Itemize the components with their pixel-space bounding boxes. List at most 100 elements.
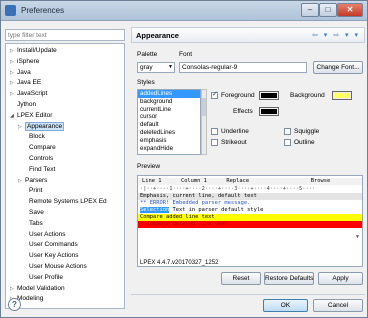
sidebar-item-controls[interactable]: Controls [22, 154, 53, 163]
expand-arrow-icon[interactable]: ▷ [18, 177, 25, 186]
maximize-button[interactable]: □ [319, 3, 337, 17]
expand-arrow-icon[interactable]: ▷ [18, 123, 25, 132]
strikeout-checkbox[interactable] [211, 139, 218, 146]
foreground-checkbox[interactable] [211, 90, 218, 99]
expand-arrow-icon[interactable]: ▷ [10, 285, 17, 294]
preview-added-line: Compare added line text [138, 214, 362, 221]
squiggle-label: Squiggle [294, 128, 320, 135]
palette-label: Palette [137, 51, 158, 58]
sidebar-item-label: Save [29, 209, 44, 216]
preferences-tree[interactable]: ▷ Install/Update ▷ iSphere ▷ Java ▷ Java EE ▷ Jav… [5, 43, 125, 309]
background-swatch [334, 93, 350, 98]
expand-arrow-icon[interactable]: ▷ [10, 79, 17, 88]
foreground-color-button[interactable] [259, 91, 279, 100]
sidebar-item-user-mouse-actions[interactable]: User Mouse Actions [22, 262, 87, 271]
page-title: Appearance [136, 31, 179, 40]
close-button[interactable]: ✕ [337, 3, 363, 17]
effects-swatch [261, 109, 277, 114]
sidebar-item-tabs[interactable]: Tabs [22, 219, 43, 228]
sidebar-item-install-update[interactable]: ▷ Install/Update [10, 46, 57, 55]
effects-color-button[interactable] [259, 107, 279, 116]
sidebar-item-remote-systems-lpex-ed[interactable]: Remote Systems LPEX Ed [22, 197, 107, 206]
style-item-emphasis[interactable]: emphasis [138, 137, 200, 145]
title-bar[interactable]: Preferences – □ ✕ [1, 1, 367, 21]
sidebar-item-label: JavaScript [17, 90, 48, 98]
font-field[interactable]: Consolas-regular-9 [179, 62, 307, 73]
preview-error-line: ** ERROR! Embedded parser message. [140, 200, 251, 206]
style-item-currentline[interactable]: currentLine [138, 106, 200, 114]
expand-arrow-icon[interactable]: ▷ [10, 69, 17, 78]
preview-selection-text: Selection [140, 207, 170, 213]
background-color-button[interactable] [332, 91, 352, 100]
sidebar-item-appearance[interactable]: ▷ Appearance [18, 121, 65, 132]
preferences-app-icon [5, 5, 16, 16]
sidebar-item-user-commands[interactable]: User Commands [22, 240, 78, 249]
sidebar-item-label: Install/Update [17, 47, 57, 54]
sidebar-item-label: Java [17, 68, 31, 76]
page-header: Appearance ⇦ ▾ ⇨ ▾ ▾ [131, 27, 365, 43]
preview-selection-line: Selection Text in parser default style [140, 207, 263, 214]
sidebar-item-label: Model Validation [17, 284, 65, 292]
preview-label: Preview [137, 163, 161, 170]
sidebar-item-jython[interactable]: Jython [10, 100, 36, 109]
filter-input[interactable] [5, 29, 125, 41]
sidebar-item-label: User Profile [29, 273, 63, 281]
sidebar-item-java-ee[interactable]: ▷ Java EE [10, 78, 41, 87]
sidebar-item-parsers[interactable]: ▷ Parsers [18, 176, 47, 185]
styles-list[interactable]: addedLines background currentLine cursor def… [137, 89, 201, 155]
font-value: Consolas-regular-9 [182, 64, 238, 71]
preview-emphasis-line: Emphasis, current line, default text [138, 193, 362, 200]
sidebar-item-find-text[interactable]: Find Text [22, 165, 55, 174]
sidebar-item-block[interactable]: Block [22, 132, 45, 141]
change-font-button[interactable]: Change Font... [313, 61, 363, 74]
palette-value: gray [140, 64, 153, 71]
scrollbar-thumb[interactable] [202, 98, 206, 116]
apply-button[interactable]: Apply [318, 272, 363, 285]
sidebar-item-isphere[interactable]: ▷ iSphere [10, 57, 39, 66]
preview-selection-rest: Text in parser default style [169, 207, 264, 213]
style-item-deletedlines[interactable]: deletedLines [138, 129, 200, 137]
restore-defaults-button[interactable]: Restore Defaults [264, 272, 314, 285]
sidebar-item-print[interactable]: Print [22, 186, 42, 195]
style-item-addedlines[interactable]: addedLines [138, 90, 200, 98]
expand-arrow-icon[interactable]: ◢ [10, 112, 17, 121]
expand-arrow-icon[interactable]: ▷ [10, 90, 17, 99]
sidebar-item-label: Tabs [29, 219, 43, 227]
sidebar-item-save[interactable]: Save [22, 208, 44, 217]
underline-checkbox[interactable] [211, 128, 218, 135]
styles-scrollbar[interactable] [201, 89, 207, 155]
minimize-button[interactable]: – [301, 3, 319, 17]
cancel-button[interactable]: Cancel [313, 299, 363, 312]
sidebar-item-user-key-actions[interactable]: User Key Actions [22, 251, 79, 260]
strikeout-label: Strikeout [221, 139, 247, 146]
effects-label: Effects [233, 108, 253, 115]
squiggle-checkbox[interactable] [284, 128, 291, 135]
sidebar-item-model-validation[interactable]: ▷ Model Validation [10, 284, 65, 293]
sidebar-item-user-profile[interactable]: User Profile [22, 273, 63, 282]
expand-arrow-icon[interactable]: ▷ [10, 47, 17, 56]
sidebar-item-java[interactable]: ▷ Java [10, 68, 31, 77]
expand-arrow-icon[interactable]: ▷ [10, 58, 17, 67]
underline-label: Underline [221, 128, 249, 135]
font-label: Font [179, 51, 193, 58]
palette-select[interactable]: gray ▼ [137, 62, 175, 73]
style-item-background[interactable]: background [138, 98, 200, 106]
sidebar-item-javascript[interactable]: ▷ JavaScript [10, 89, 47, 98]
sidebar-item-compare[interactable]: Compare [22, 143, 56, 152]
style-item-default[interactable]: default [138, 121, 200, 129]
sidebar-item-label: User Actions [29, 230, 66, 238]
preview-area[interactable]: Line 1 Column 1 Replace Browse ·|··+····… [137, 175, 363, 267]
sidebar-item-label: Jython [17, 101, 37, 108]
help-icon[interactable]: ? [8, 298, 21, 311]
ok-button[interactable]: OK [263, 299, 308, 312]
sidebar-item-lpex-editor[interactable]: ◢ LPEX Editor [10, 111, 52, 120]
navigation-arrows-icon[interactable]: ⇦ ▾ ⇨ ▾ ▾ [312, 31, 360, 39]
style-item-cursor[interactable]: cursor [138, 113, 200, 121]
reset-button[interactable]: Reset [221, 272, 261, 285]
outline-checkbox[interactable] [284, 139, 291, 146]
sidebar-item-label: Find Text [29, 165, 56, 173]
style-item-expandhide[interactable]: expandHide [138, 145, 200, 153]
sidebar-item-label: LPEX Editor [17, 111, 53, 119]
preview-scroll-down-icon[interactable]: ▼ [356, 234, 359, 240]
sidebar-item-user-actions[interactable]: User Actions [22, 230, 66, 239]
